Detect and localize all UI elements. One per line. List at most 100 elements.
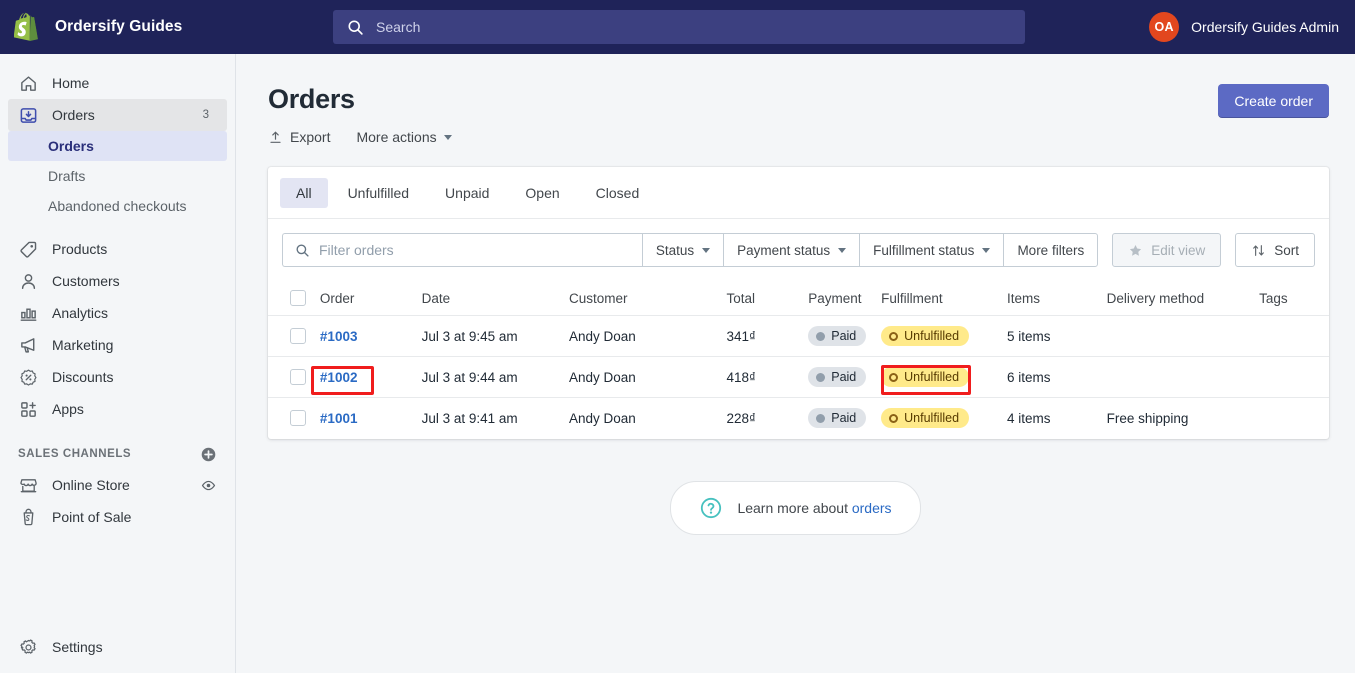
table-row[interactable]: #1001 Jul 3 at 9:41 am Andy Doan 228₫ Pa… [268, 398, 1329, 439]
sidebar-item-orders[interactable]: Orders 3 [8, 99, 227, 131]
cell-delivery-method [1106, 356, 1260, 398]
analytics-bars-icon [18, 303, 38, 323]
cell-date: Jul 3 at 9:45 am [421, 315, 569, 357]
cell-fulfillment: Unfulfilled [881, 356, 1007, 398]
sidebar-subitem-abandoned-checkouts[interactable]: Abandoned checkouts [8, 191, 227, 221]
sidebar-item-home[interactable]: Home [8, 67, 227, 99]
export-label: Export [290, 129, 331, 145]
sidebar-item-products[interactable]: Products [8, 233, 227, 265]
sort-label: Sort [1274, 242, 1299, 258]
sidebar-item-discounts[interactable]: Discounts [8, 361, 227, 393]
sidebar-item-label: Orders [52, 107, 95, 123]
customers-person-icon [18, 271, 38, 291]
cell-delivery-method [1106, 315, 1260, 357]
column-header-total: Total [726, 281, 809, 316]
tab-closed[interactable]: Closed [580, 178, 656, 208]
payment-status-text: Paid [831, 370, 857, 384]
status-ring-icon [889, 413, 899, 423]
sidebar-item-label: Apps [52, 401, 84, 417]
help-section: Learn more about orders [236, 480, 1355, 535]
sidebar-item-marketing[interactable]: Marketing [8, 329, 227, 361]
sidebar-subitem-label: Abandoned checkouts [48, 198, 187, 214]
tab-open[interactable]: Open [509, 178, 575, 208]
cell-date: Jul 3 at 9:44 am [421, 356, 569, 398]
status-filter-button[interactable]: Status [641, 233, 724, 267]
global-search-placeholder: Search [376, 19, 421, 35]
column-header-payment: Payment [808, 281, 882, 316]
row-checkbox[interactable] [290, 410, 306, 427]
cell-order: #1002 [319, 356, 422, 398]
help-text: Learn more about orders [737, 500, 891, 516]
cell-total: 418₫ [726, 356, 809, 398]
chevron-down-icon [702, 247, 711, 253]
create-order-button[interactable]: Create order [1218, 84, 1329, 118]
cell-payment: Paid [808, 315, 882, 357]
column-header-date: Date [421, 281, 569, 316]
cell-items: 6 items [1006, 356, 1107, 398]
more-filters-button[interactable]: More filters [1003, 233, 1099, 267]
sidebar-item-apps[interactable]: Apps [8, 393, 227, 425]
global-search-input[interactable]: Search [333, 10, 1025, 44]
cell-total: 228₫ [726, 410, 756, 426]
main-content: Orders Export More actions Create order … [236, 54, 1355, 673]
store-name: Ordersify Guides [55, 18, 183, 35]
top-navigation-bar: Ordersify Guides Search OA Ordersify Gui… [0, 0, 1355, 54]
eye-icon[interactable] [200, 477, 217, 494]
order-link[interactable]: #1003 [320, 329, 358, 344]
account-menu[interactable]: OA Ordersify Guides Admin [1149, 0, 1339, 54]
page-title: Orders [268, 84, 355, 114]
learn-more-pill[interactable]: Learn more about orders [670, 480, 921, 535]
sidebar-subitem-drafts[interactable]: Drafts [8, 161, 227, 191]
sidebar-item-online-store[interactable]: Online Store [8, 469, 227, 501]
fulfillment-status-text: Unfulfilled [904, 329, 960, 343]
cell-payment: Paid [808, 356, 882, 398]
payment-status-text: Paid [831, 329, 857, 343]
select-all-checkbox[interactable] [290, 290, 306, 306]
sidebar-item-point-of-sale[interactable]: Point of Sale [8, 501, 227, 533]
more-actions-button[interactable]: More actions [356, 129, 452, 145]
sidebar-item-settings[interactable]: Settings [8, 631, 228, 663]
edit-view-button[interactable]: Edit view [1112, 233, 1222, 267]
gear-icon [18, 637, 38, 657]
sidebar-item-label: Products [52, 241, 108, 257]
sort-button[interactable]: Sort [1235, 233, 1315, 267]
chevron-down-icon [982, 247, 991, 253]
sidebar-subitem-label: Drafts [48, 168, 86, 184]
sales-channels-title: SALES CHANNELS [18, 448, 132, 460]
table-row[interactable]: #1002 Jul 3 at 9:44 am Andy Doan 418₫ Pa… [268, 356, 1329, 398]
cell-fulfillment: Unfulfilled [881, 398, 1007, 439]
status-badge-payment: Paid [808, 408, 867, 429]
star-icon [1130, 244, 1142, 256]
cell-customer: Andy Doan [569, 356, 727, 398]
tab-all[interactable]: All [280, 177, 328, 208]
orders-tab-list: All Unfulfilled Unpaid Open Closed [268, 167, 1329, 219]
sidebar-item-label: Discounts [52, 369, 114, 385]
sidebar-subitem-orders[interactable]: Orders [8, 131, 227, 161]
row-select-cell [268, 356, 320, 398]
sidebar-item-label: Marketing [52, 337, 114, 353]
edit-view-label: Edit view [1151, 242, 1206, 258]
filter-orders-input[interactable]: Filter orders [282, 233, 642, 267]
sort-arrows-icon [1253, 244, 1265, 256]
order-link[interactable]: #1002 [320, 370, 358, 385]
discounts-percent-icon [18, 367, 38, 387]
fulfillment-status-filter-button[interactable]: Fulfillment status [859, 233, 1004, 267]
brand-area[interactable]: Ordersify Guides [0, 12, 320, 42]
table-row[interactable]: #1003 Jul 3 at 9:45 am Andy Doan 341₫ Pa… [268, 315, 1329, 357]
tab-unfulfilled[interactable]: Unfulfilled [332, 178, 425, 208]
status-badge-fulfillment: Unfulfilled [881, 367, 970, 387]
row-checkbox[interactable] [290, 328, 306, 344]
sidebar-item-customers[interactable]: Customers [8, 265, 227, 297]
table-header-row: Order Date Customer Total Payment Fulfil… [268, 281, 1329, 316]
sales-channels-section-header: SALES CHANNELS [0, 439, 235, 469]
order-link[interactable]: #1001 [320, 411, 358, 426]
orders-help-link[interactable]: orders [852, 500, 892, 516]
payment-status-filter-button[interactable]: Payment status [723, 233, 860, 267]
row-checkbox[interactable] [290, 369, 306, 385]
plus-circle-icon[interactable] [200, 446, 217, 463]
tab-unpaid[interactable]: Unpaid [429, 178, 505, 208]
export-button[interactable]: Export [268, 129, 330, 145]
sidebar-item-analytics[interactable]: Analytics [8, 297, 227, 329]
sidebar-item-label: Point of Sale [52, 509, 132, 525]
products-tag-icon [18, 239, 38, 259]
